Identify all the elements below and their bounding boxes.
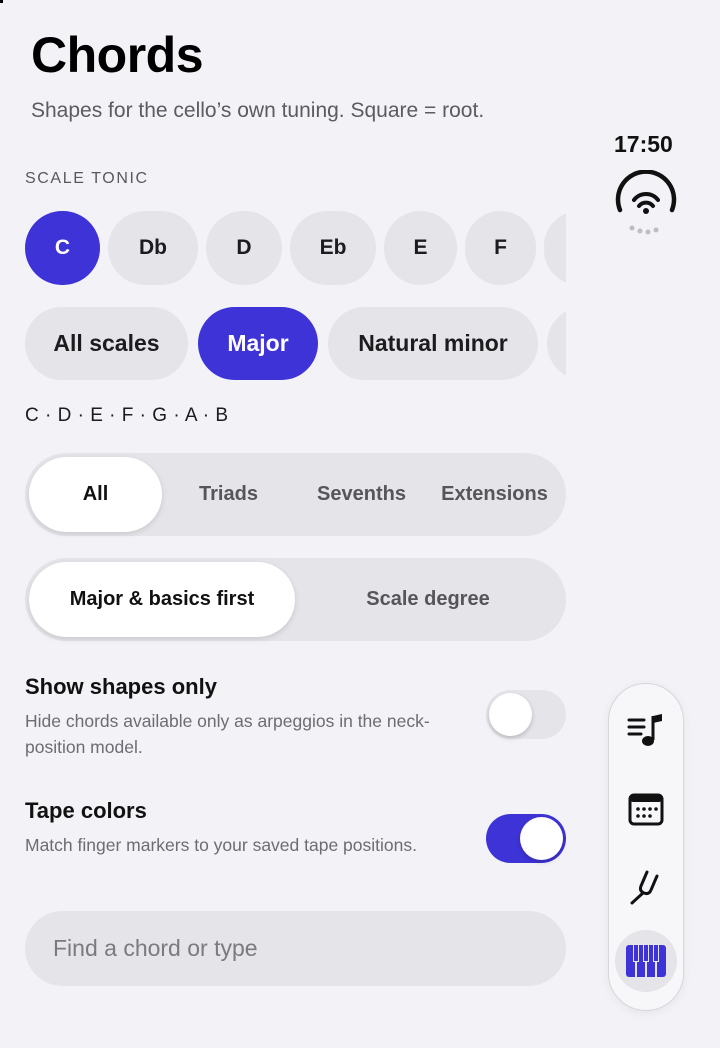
page-title: Chords — [31, 27, 204, 83]
tape-colors-title: Tape colors — [25, 798, 147, 823]
filter-triads[interactable]: Triads — [162, 457, 295, 532]
shapes-only-title: Show shapes only — [25, 674, 217, 699]
switch-knob — [520, 817, 563, 860]
calendar-icon — [628, 793, 664, 826]
scale-chip-natural-minor[interactable]: Natural minor — [328, 307, 538, 380]
scale-selector: All scales Major Natural minor — [25, 307, 566, 380]
scale-chip-all[interactable]: All scales — [25, 307, 188, 380]
tape-colors-switch[interactable] — [486, 814, 566, 863]
tonic-chip-d[interactable]: D — [206, 211, 282, 285]
shapes-only-description: Hide chords available only as arpeggios … — [25, 711, 430, 757]
tonic-chip-e[interactable]: E — [384, 211, 457, 285]
tonic-selector: C Db D Eb E F — [25, 211, 566, 285]
filter-sevenths[interactable]: Sevenths — [295, 457, 428, 532]
tonic-chip-overflow[interactable] — [544, 211, 566, 285]
tab-calendar[interactable] — [615, 778, 677, 840]
tonic-chip-c[interactable]: C — [25, 211, 100, 285]
tonic-chip-db[interactable]: Db — [108, 211, 198, 285]
shapes-only-row: Show shapes only Hide chords available o… — [25, 674, 566, 760]
tab-bar — [608, 683, 684, 1011]
scale-tonic-label: SCALE TONIC — [25, 170, 149, 187]
scale-chip-major[interactable]: Major — [198, 307, 318, 380]
switch-knob — [489, 693, 532, 736]
shapes-only-switch[interactable] — [486, 690, 566, 739]
chords-panel: Chords Shapes for the cello’s own tuning… — [0, 0, 566, 1048]
piano-keys-icon — [626, 945, 666, 977]
tab-music-list[interactable] — [615, 700, 677, 762]
tape-colors-row: Tape colors Match finger markers to your… — [25, 798, 566, 863]
chord-type-filter: All Triads Sevenths Extensions — [25, 453, 566, 536]
status-time: 17:50 — [614, 131, 673, 157]
chord-search-input[interactable] — [25, 911, 566, 986]
filter-extensions[interactable]: Extensions — [428, 457, 561, 532]
sort-scale-degree[interactable]: Scale degree — [295, 562, 561, 637]
filter-all[interactable]: All — [29, 457, 162, 532]
scale-notes: C · D · E · F · G · A · B — [25, 405, 229, 426]
sort-major-basics-first[interactable]: Major & basics first — [29, 562, 295, 637]
tuning-fork-icon — [630, 870, 659, 905]
page-subtitle: Shapes for the cello’s own tuning. Squar… — [31, 99, 485, 122]
tonic-chip-eb[interactable]: Eb — [290, 211, 376, 285]
tape-colors-description: Match finger markers to your saved tape … — [25, 835, 417, 855]
scale-chip-overflow[interactable] — [547, 307, 566, 380]
tonic-chip-f[interactable]: F — [465, 211, 536, 285]
music-list-icon — [627, 714, 662, 746]
tab-chords[interactable] — [615, 930, 677, 992]
sort-order-selector: Major & basics first Scale degree — [25, 558, 566, 641]
wifi-icon — [615, 170, 677, 235]
tab-tuner[interactable] — [615, 856, 677, 918]
